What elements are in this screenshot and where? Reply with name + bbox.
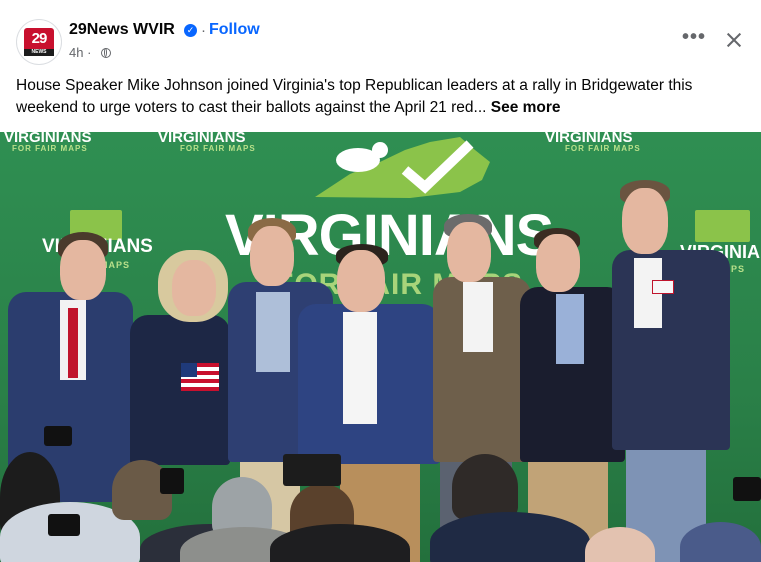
person-1-head <box>60 240 106 300</box>
backdrop-band-right-sub: FOR FAIR MAPS <box>565 144 641 153</box>
post-header: 29 NEWS 29News WVIR ✓ · Follow 4h · ••• <box>0 0 761 70</box>
phone-camera-2 <box>48 514 80 536</box>
phone-camera-4 <box>733 477 761 501</box>
person-7-head <box>622 188 668 254</box>
phone-camera-3 <box>160 468 184 494</box>
close-icon[interactable] <box>720 26 748 54</box>
wvir-logo: 29 NEWS <box>24 28 54 56</box>
flag-sweater-graphic <box>181 363 219 391</box>
facebook-post: 29 NEWS 29News WVIR ✓ · Follow 4h · ••• … <box>0 0 761 562</box>
person-6-shirt <box>556 294 584 364</box>
globe-icon <box>101 48 111 58</box>
person-3-head <box>250 226 294 286</box>
logo-number: 29 <box>31 30 48 47</box>
virginia-map-logo <box>315 137 490 198</box>
person-1-tie <box>68 308 78 378</box>
caption-text: House Speaker Mike Johnson joined Virgin… <box>16 77 693 116</box>
person-3-shirt <box>256 292 290 372</box>
post-caption: House Speaker Mike Johnson joined Virgin… <box>16 75 752 119</box>
page-avatar[interactable]: 29 NEWS <box>17 20 61 64</box>
person-2-head <box>172 260 216 316</box>
dslr-camera <box>283 454 341 486</box>
page-name-link[interactable]: 29News WVIR <box>69 21 175 39</box>
post-photo[interactable]: VIRGINIANS FOR FAIR MAPS VIRGINIANS FOR … <box>0 132 761 562</box>
more-options-button[interactable]: ••• <box>680 26 708 54</box>
side-logo-right <box>695 210 750 242</box>
see-more-link[interactable]: See more <box>491 99 561 116</box>
person-4-head <box>337 250 385 312</box>
person-6-head <box>536 234 580 292</box>
post-timestamp[interactable]: 4h · <box>69 45 91 60</box>
crowd-head-5 <box>452 454 518 520</box>
follow-button[interactable]: Follow <box>209 21 260 39</box>
phone-camera-1 <box>44 426 72 446</box>
person-5-shirt <box>463 282 493 352</box>
person-7-name-tag <box>652 280 674 294</box>
verified-badge-icon: ✓ <box>184 24 197 37</box>
backdrop-band-left-sub: FOR FAIR MAPS <box>12 144 88 153</box>
person-5-head <box>447 222 491 282</box>
separator-dot: · <box>201 22 206 39</box>
logo-news-text: NEWS <box>24 49 54 56</box>
person-4-shirt <box>343 312 377 424</box>
backdrop-band-center-sub: FOR FAIR MAPS <box>180 144 256 153</box>
